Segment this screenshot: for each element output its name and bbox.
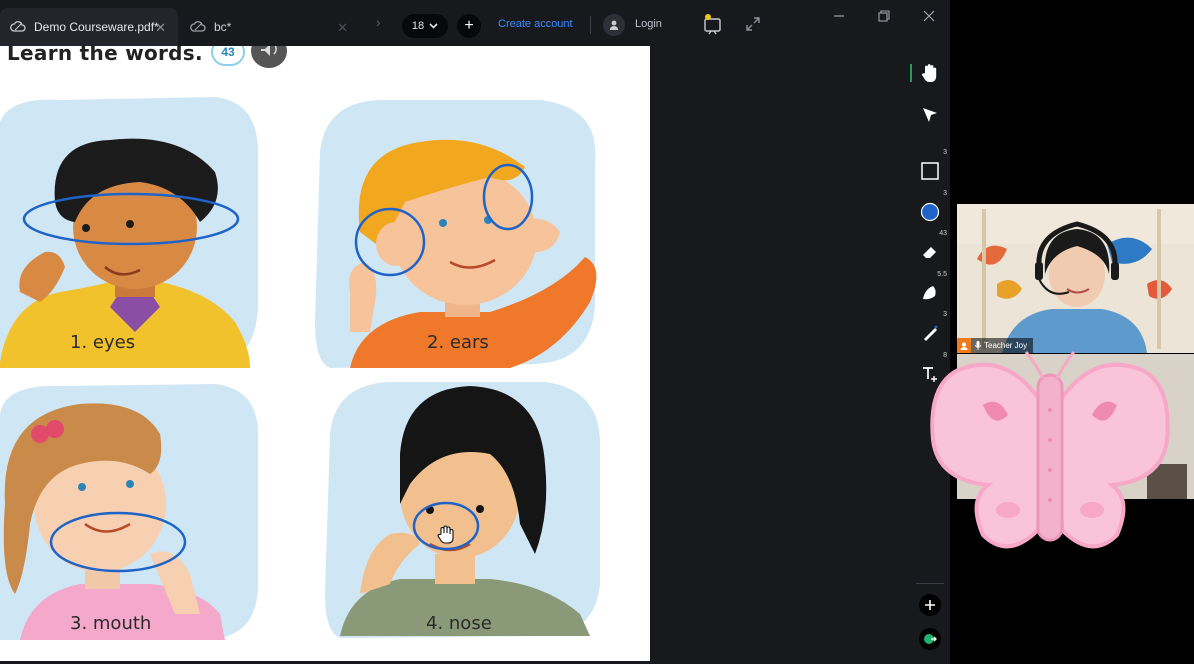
teacher-video-feed	[957, 204, 1194, 353]
tab-label: Demo Courseware.pdf*	[34, 20, 159, 34]
courseware-page[interactable]: Learn the words. 43 1. eyes 2. ears 3. m…	[0, 46, 650, 661]
caption-ears: 2. ears	[427, 332, 489, 353]
add-page-button[interactable]: +	[457, 14, 481, 38]
teacher-video[interactable]: Teacher Joy	[957, 204, 1194, 353]
chevron-right-icon[interactable]: ›	[376, 14, 381, 30]
pen-badge: 3	[943, 311, 947, 318]
speaker-icon[interactable]	[251, 46, 287, 68]
fill-icon[interactable]: 5.5	[916, 271, 947, 307]
board-icon[interactable]	[701, 12, 725, 36]
add-icon[interactable]	[919, 594, 941, 616]
page-value: 18	[411, 20, 425, 32]
illustration-eyes	[0, 97, 258, 368]
caption-mouth: 3. mouth	[70, 613, 152, 634]
close-icon[interactable]: ✕	[155, 20, 166, 36]
circle-badge: 3	[943, 190, 947, 197]
caption-eyes: 1. eyes	[70, 332, 136, 353]
hand-icon[interactable]	[916, 59, 944, 87]
mic-icon	[975, 341, 981, 350]
close-icon[interactable]: ✕	[337, 20, 348, 36]
active-tool-indicator	[910, 64, 912, 82]
illustration-nose	[325, 382, 600, 638]
chevron-down-icon	[429, 23, 438, 29]
cloud-icon	[10, 21, 26, 33]
eraser-icon[interactable]: 43	[916, 230, 947, 266]
close-window-icon[interactable]	[920, 10, 938, 28]
illustration-ears	[315, 100, 597, 368]
pointer-icon[interactable]	[916, 101, 944, 129]
rectangle-icon[interactable]: 3	[916, 149, 947, 185]
plus-icon: +	[464, 17, 474, 34]
expand-icon[interactable]	[741, 12, 765, 36]
illustration-mouth	[0, 384, 258, 640]
tab-bc[interactable]: bc* ✕	[180, 8, 360, 46]
title-bar: Demo Courseware.pdf* ✕ bc* ✕ › 18 + Crea…	[0, 0, 950, 46]
login-link[interactable]: Login	[635, 18, 662, 30]
grab-cursor-icon	[437, 525, 454, 544]
restore-icon[interactable]	[875, 10, 893, 28]
exit-icon[interactable]	[919, 628, 941, 650]
create-account-link[interactable]: Create account	[498, 18, 573, 30]
user-icon[interactable]	[603, 14, 625, 36]
cloud-icon	[190, 21, 206, 33]
sidebar-divider	[916, 583, 944, 584]
minimize-icon[interactable]	[830, 10, 848, 28]
participant-name: Teacher Joy	[984, 341, 1028, 350]
fill-badge: 5.5	[937, 271, 947, 278]
page-heading: Learn the words.	[7, 46, 203, 65]
butterfly-sticker	[930, 351, 1170, 549]
rectangle-badge: 3	[943, 149, 947, 156]
track-number-badge: 43	[211, 46, 245, 66]
circle-icon[interactable]: 3	[916, 190, 947, 226]
classroom-app: Demo Courseware.pdf* ✕ bc* ✕ › 18 + Crea…	[0, 0, 950, 664]
tab-label: bc*	[214, 20, 232, 34]
caption-nose: 4. nose	[426, 613, 492, 634]
toolbar-divider	[590, 16, 591, 34]
pen-icon[interactable]: 3	[916, 311, 947, 347]
page-selector[interactable]: 18	[402, 14, 448, 38]
eraser-badge: 43	[939, 230, 947, 237]
tab-demo-courseware[interactable]: Demo Courseware.pdf* ✕	[0, 8, 178, 46]
